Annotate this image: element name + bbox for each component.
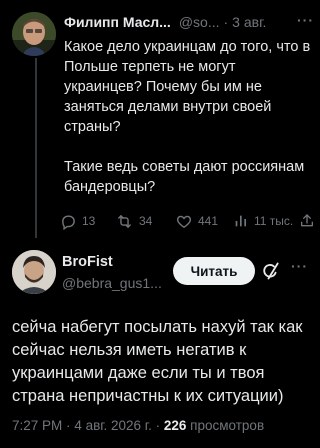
share-button[interactable] <box>299 213 315 229</box>
follow-button[interactable]: Читать <box>173 257 255 285</box>
tweet-meta: 7:27 PM · 4 авг. 2026 г. · 226 просмотро… <box>12 418 264 433</box>
tweet-paragraph: Какое дело украинцам до того, что в Поль… <box>64 39 311 135</box>
post-time[interactable]: 7:27 PM <box>12 418 62 433</box>
tweet-paragraph: Такие ведь советы дают россиянам бандеро… <box>64 159 305 195</box>
tweet-date[interactable]: 3 авг. <box>232 14 266 30</box>
views-label: просмотров <box>190 418 265 433</box>
retweet-button[interactable]: 34 <box>115 213 175 230</box>
separator: · <box>66 418 71 433</box>
reply-text: сейча набегут посылать нахуй так как сей… <box>12 318 303 405</box>
grok-icon[interactable] <box>261 261 281 286</box>
more-options-icon[interactable]: ··· <box>297 12 314 28</box>
retweet-icon <box>115 213 134 230</box>
avatar[interactable] <box>12 12 56 56</box>
tweet-actions: 13 34 441 11 тыс. <box>60 211 315 231</box>
more-options-icon[interactable]: ··· <box>291 258 308 274</box>
like-button[interactable]: 441 <box>175 213 233 230</box>
post-date[interactable]: 4 авг. 2026 г. <box>74 418 152 433</box>
author-handle[interactable]: @bebra_gus1... <box>62 275 162 291</box>
reply-count: 13 <box>82 214 96 228</box>
author-name[interactable]: BroFist <box>62 254 113 270</box>
reply-icon <box>60 213 77 230</box>
views-count: 11 тыс. <box>254 214 294 228</box>
author-handle[interactable]: @so... <box>179 14 220 30</box>
views-button[interactable]: 11 тыс. <box>233 213 295 229</box>
reply-button[interactable]: 13 <box>60 213 115 230</box>
retweet-count: 34 <box>139 214 153 228</box>
views-count: 226 <box>163 418 187 433</box>
like-count: 441 <box>198 214 219 228</box>
separator: · <box>155 418 161 433</box>
author-name[interactable]: Филипп Масл... <box>64 14 171 30</box>
avatar[interactable] <box>12 250 56 294</box>
views-icon <box>233 213 249 229</box>
thread-line <box>35 58 37 238</box>
tweet-header: Филипп Масл... @so... · 3 авг. ··· <box>64 12 314 30</box>
share-icon <box>299 213 315 229</box>
tweet-text: Какое дело украинцам до того, что в Поль… <box>64 37 312 197</box>
like-icon <box>175 213 193 230</box>
separator: · <box>223 14 229 30</box>
